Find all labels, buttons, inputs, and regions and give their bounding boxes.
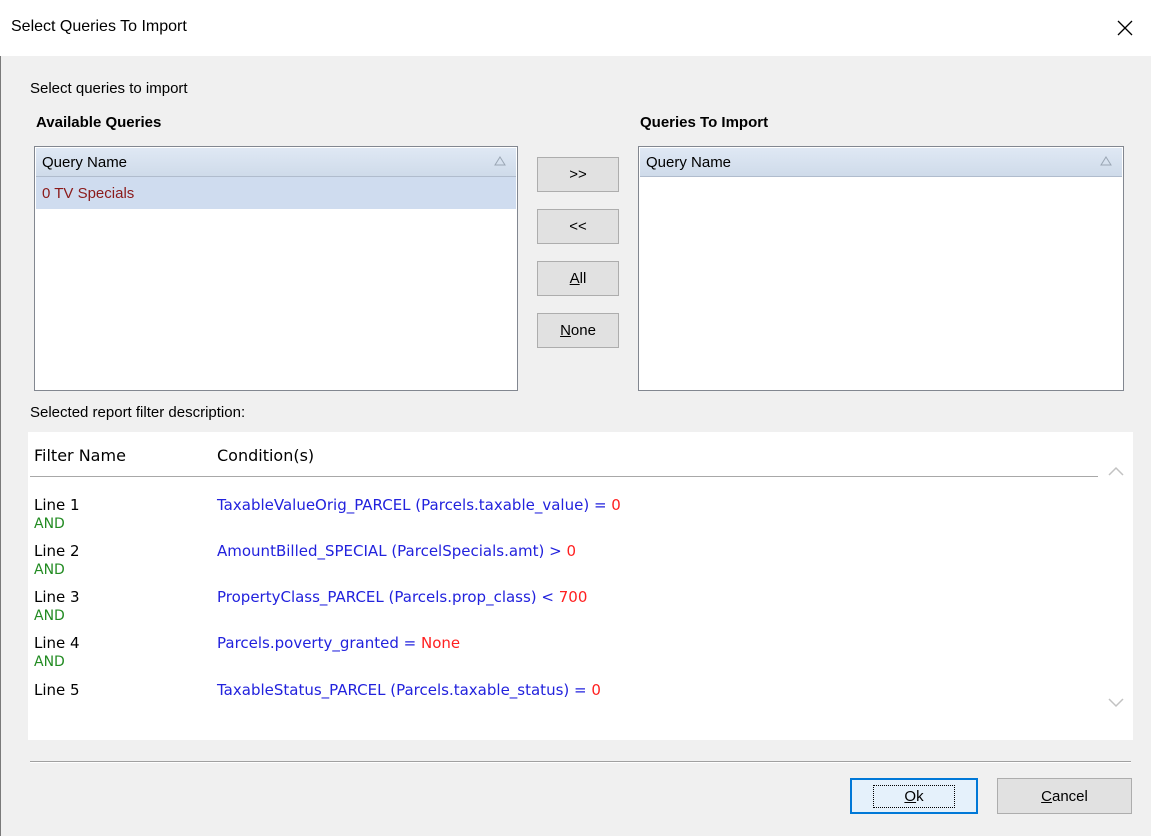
filter-description-pane[interactable]: Filter Name Condition(s) Line 1 TaxableV… — [28, 432, 1133, 740]
filter-condition: TaxableValueOrig_PARCEL (Parcels.taxable… — [217, 496, 621, 514]
filter-name-header: Filter Name — [34, 446, 126, 465]
column-header-label: Query Name — [42, 154, 128, 171]
chevron-down-icon[interactable] — [1107, 696, 1125, 710]
queries-to-import-heading: Queries To Import — [640, 114, 769, 131]
cancel-label: Cancel — [1041, 787, 1088, 805]
filter-condition: PropertyClass_PARCEL (Parcels.prop_class… — [217, 588, 588, 606]
select-all-label: All — [569, 270, 587, 287]
header-divider — [30, 476, 1098, 477]
import-column-header[interactable]: Query Name — [640, 148, 1122, 177]
filter-condition: Parcels.poverty_granted = None — [217, 634, 461, 652]
select-none-label: None — [560, 322, 596, 339]
remove-selected-label: << — [569, 218, 587, 235]
filter-condition: TaxableStatus_PARCEL (Parcels.taxable_st… — [217, 681, 601, 699]
available-queries-heading: Available Queries — [36, 114, 162, 131]
sort-ascending-icon — [1100, 156, 1112, 166]
available-column-header[interactable]: Query Name — [36, 148, 516, 177]
filter-line-name: Line 1 — [34, 496, 80, 514]
filter-condition: AmountBilled_SPECIAL (ParcelSpecials.amt… — [217, 542, 577, 560]
column-header-label: Query Name — [646, 154, 732, 171]
add-selected-label: >> — [569, 166, 587, 183]
list-item-label: 0 TV Specials — [42, 185, 135, 202]
connector-and: AND — [34, 516, 65, 532]
list-item[interactable]: 0 TV Specials — [36, 177, 516, 209]
filter-description-label: Selected report filter description: — [30, 404, 246, 421]
filter-line-name: Line 4 — [34, 634, 80, 652]
remove-selected-button[interactable]: << — [537, 209, 619, 244]
chevron-up-icon[interactable] — [1107, 464, 1125, 478]
ok-button[interactable]: Ok — [850, 778, 978, 814]
sort-ascending-icon — [494, 156, 506, 166]
add-selected-button[interactable]: >> — [537, 157, 619, 192]
connector-and: AND — [34, 608, 65, 624]
queries-to-import-list[interactable]: Query Name — [638, 146, 1124, 391]
connector-and: AND — [34, 562, 65, 578]
conditions-header: Condition(s) — [217, 446, 315, 465]
close-button[interactable] — [1107, 10, 1143, 46]
ok-label: Ok — [873, 784, 955, 808]
filter-line-name: Line 2 — [34, 542, 80, 560]
window-frame — [0, 0, 1, 836]
title-bar[interactable]: Select Queries To Import — [0, 0, 1151, 56]
connector-and: AND — [34, 654, 65, 670]
footer-separator — [30, 761, 1131, 763]
available-queries-list[interactable]: Query Name 0 TV Specials — [34, 146, 518, 391]
select-none-button[interactable]: None — [537, 313, 619, 348]
filter-line-name: Line 3 — [34, 588, 80, 606]
close-icon — [1117, 20, 1133, 36]
instructions-label: Select queries to import — [30, 80, 188, 97]
window-title: Select Queries To Import — [11, 18, 187, 35]
filter-line-name: Line 5 — [34, 681, 80, 699]
select-all-button[interactable]: All — [537, 261, 619, 296]
cancel-button[interactable]: Cancel — [997, 778, 1132, 814]
